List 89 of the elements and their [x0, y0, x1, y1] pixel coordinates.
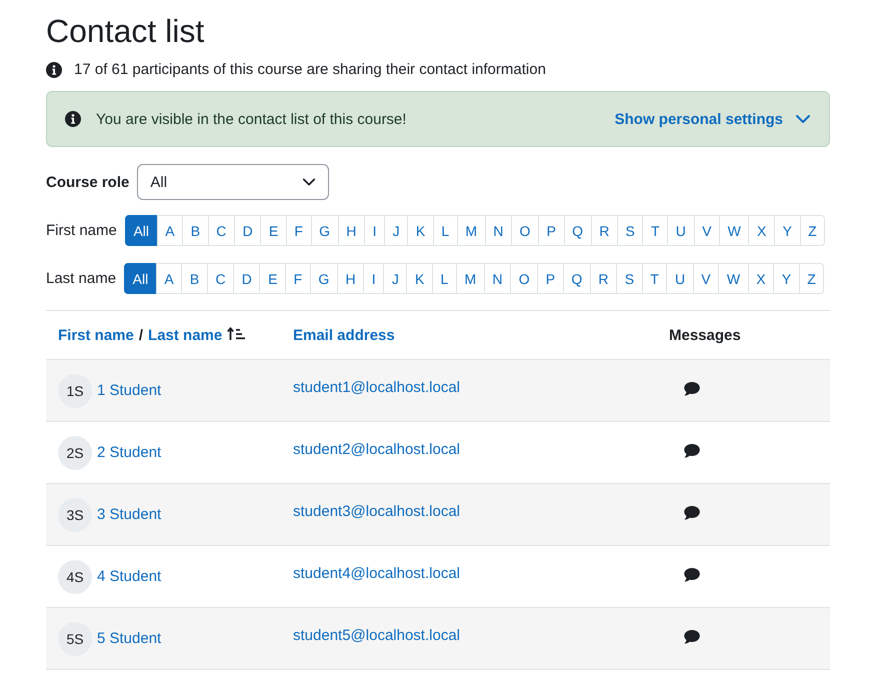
initials-filter-label: Last name: [46, 270, 116, 287]
initial-filter-link[interactable]: W: [719, 215, 750, 246]
initial-filter-link[interactable]: C: [206, 263, 234, 294]
initial-filter-link[interactable]: M: [456, 263, 485, 294]
initial-filter-link[interactable]: K: [407, 215, 434, 246]
initial-filter-link[interactable]: D: [233, 263, 260, 294]
initial-filter-link[interactable]: G: [310, 263, 338, 294]
initial-filter-link[interactable]: N: [484, 263, 512, 294]
initial-filter-link[interactable]: V: [692, 263, 720, 294]
participants-summary: 17 of 61 participants of this course are sharing their contact information: [74, 60, 546, 80]
initial-filter-link[interactable]: I: [364, 215, 386, 246]
initial-filter-link[interactable]: E: [259, 263, 286, 294]
email-link[interactable]: student1@localhost.local: [293, 379, 460, 396]
initial-filter-link[interactable]: F: [286, 215, 312, 246]
initial-filter-link[interactable]: Y: [773, 263, 800, 294]
initial-filter-link[interactable]: All: [124, 215, 158, 246]
user-name-link[interactable]: 2 Student: [97, 444, 162, 461]
column-separator: /: [138, 327, 144, 344]
user-initials-avatar: 5S: [58, 622, 92, 656]
initial-filter-link[interactable]: K: [406, 263, 433, 294]
speech-bubble-icon[interactable]: [683, 566, 701, 582]
initial-filter-link[interactable]: J: [383, 263, 408, 294]
initial-filter-link[interactable]: V: [694, 215, 720, 246]
user-name-link[interactable]: 4 Student: [97, 568, 162, 585]
initial-filter-link[interactable]: Y: [774, 215, 801, 246]
course-role-label: Course role: [46, 174, 130, 190]
speech-bubble-icon[interactable]: [683, 442, 701, 458]
initial-filter-link[interactable]: Z: [798, 263, 824, 294]
initial-filter-link[interactable]: X: [748, 215, 775, 246]
initial-filter-link[interactable]: U: [667, 215, 695, 246]
initial-filter-link[interactable]: P: [537, 263, 564, 294]
email-link[interactable]: student2@localhost.local: [293, 441, 460, 458]
initial-filter-link[interactable]: P: [538, 215, 565, 246]
page-title: Contact list: [46, 12, 206, 50]
initial-filter-link[interactable]: A: [156, 215, 184, 246]
initial-filter-link[interactable]: L: [432, 215, 458, 246]
email-link[interactable]: student5@localhost.local: [293, 627, 460, 644]
initial-filter-link[interactable]: Q: [562, 263, 591, 294]
info-icon: [46, 62, 62, 78]
user-name-link[interactable]: 3 Student: [97, 506, 162, 523]
initial-filter-link[interactable]: O: [510, 263, 538, 294]
user-name-link[interactable]: 1 Student: [97, 382, 162, 399]
sort-column-link[interactable]: Email address: [293, 326, 395, 344]
sort-column-link[interactable]: Last name: [148, 327, 222, 344]
info-icon: [65, 111, 81, 127]
alert-message: You are visible in the contact list of this course!: [96, 110, 406, 128]
initial-filter-link[interactable]: X: [748, 263, 774, 294]
sort-column-link[interactable]: First name: [58, 327, 134, 344]
email-link[interactable]: student4@localhost.local: [293, 565, 460, 582]
initials-filter-label: First name: [46, 222, 117, 239]
initial-filter-link[interactable]: D: [234, 215, 262, 246]
speech-bubble-icon[interactable]: [683, 504, 701, 520]
course-role-select[interactable]: All: [137, 164, 330, 200]
user-initials-avatar: 3S: [58, 498, 92, 532]
user-name-link[interactable]: 5 Student: [97, 630, 162, 647]
initial-filter-link[interactable]: H: [336, 263, 364, 294]
initial-filter-link[interactable]: B: [182, 215, 209, 246]
initial-filter-link[interactable]: C: [208, 215, 235, 246]
user-initials-avatar: 4S: [58, 560, 92, 594]
initial-filter-link[interactable]: O: [510, 215, 539, 246]
column-header: Messages: [669, 326, 741, 344]
initial-filter-link[interactable]: T: [642, 263, 668, 294]
speech-bubble-icon[interactable]: [683, 628, 701, 644]
initial-filter-link[interactable]: T: [642, 215, 668, 246]
initial-filter-link[interactable]: J: [384, 215, 408, 246]
initial-filter-link[interactable]: R: [590, 263, 618, 294]
initial-filter-link[interactable]: N: [484, 215, 512, 246]
initial-filter-link[interactable]: F: [285, 263, 311, 294]
initial-filter-link[interactable]: H: [338, 215, 365, 246]
initial-filter-link[interactable]: S: [616, 263, 643, 294]
initial-filter-link[interactable]: Q: [564, 215, 592, 246]
initial-filter-link[interactable]: L: [432, 263, 457, 294]
initial-filter-link[interactable]: E: [260, 215, 287, 246]
initial-filter-link[interactable]: I: [363, 263, 384, 294]
initial-filter-link[interactable]: B: [181, 263, 208, 294]
initial-filter-link[interactable]: M: [456, 215, 486, 246]
initial-filter-link[interactable]: U: [666, 263, 694, 294]
initial-filter-link[interactable]: All: [124, 263, 157, 294]
initial-filter-link[interactable]: A: [156, 263, 182, 294]
initial-filter-link[interactable]: R: [590, 215, 618, 246]
user-initials-avatar: 2S: [58, 436, 92, 470]
speech-bubble-icon[interactable]: [683, 380, 701, 396]
user-initials-avatar: 1S: [58, 374, 92, 408]
email-link[interactable]: student3@localhost.local: [293, 503, 460, 520]
initial-filter-link[interactable]: Z: [800, 215, 826, 246]
initial-filter-link[interactable]: W: [718, 263, 749, 294]
initial-filter-link[interactable]: S: [616, 215, 644, 246]
personal-settings-toggle[interactable]: Show personal settings: [614, 110, 811, 128]
initial-filter-link[interactable]: G: [310, 215, 339, 246]
